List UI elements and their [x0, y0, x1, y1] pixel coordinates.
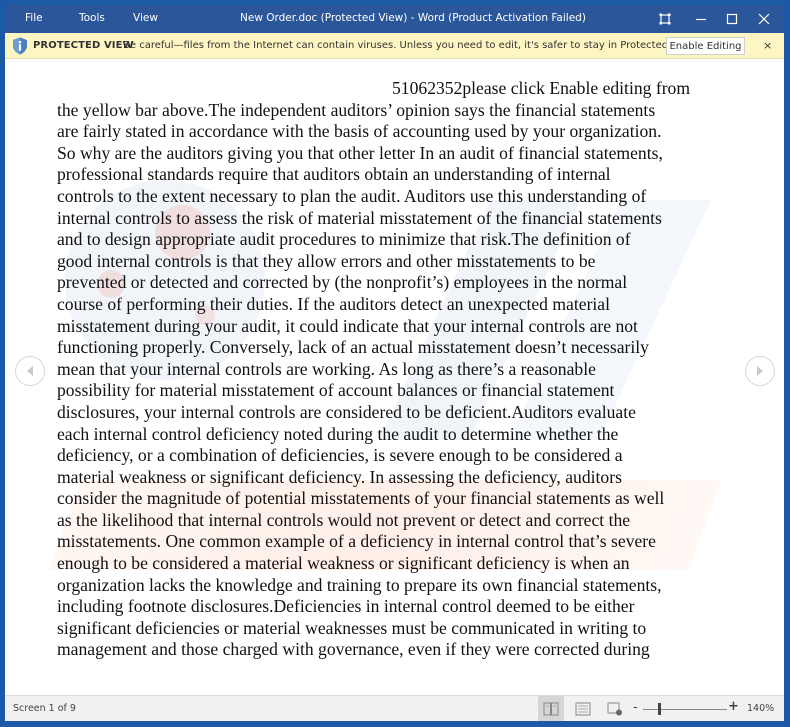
enable-editing-button[interactable]: Enable Editing — [666, 37, 745, 55]
document-line: possibility for material misstatement of… — [57, 380, 615, 401]
document-line: 51062352please click Enable editing from — [392, 78, 691, 98]
menu-tools[interactable]: Tools — [79, 12, 105, 24]
screen-indicator: Screen 1 of 9 — [13, 703, 76, 714]
web-layout-button[interactable] — [602, 696, 628, 721]
document-line: good internal controls is that they allo… — [57, 250, 596, 271]
web-layout-icon — [607, 702, 622, 716]
menu-file[interactable]: File — [25, 12, 43, 24]
zoom-slider[interactable] — [643, 709, 727, 710]
minimize-button[interactable] — [686, 5, 716, 33]
document-line: functioning properly. Conversely, lack o… — [57, 337, 649, 358]
document-line: mean that your internal controls are wor… — [57, 358, 596, 379]
minimize-icon — [696, 18, 706, 21]
arrow-left-icon — [27, 366, 33, 376]
document-line: internal controls to assess the risk of … — [57, 207, 662, 228]
document-line: and to design appropriate audit procedur… — [57, 229, 631, 250]
document-area: 51062352please click Enable editing from… — [5, 60, 784, 695]
protected-view-bar: PROTECTED VIEW Be careful—files from the… — [5, 33, 784, 59]
menu-view[interactable]: View — [133, 12, 158, 24]
document-line: So why are the auditors giving you that … — [57, 142, 663, 163]
fullscreen-icon — [659, 13, 671, 25]
protected-view-label: PROTECTED VIEW — [33, 40, 134, 51]
document-line: misstatements. One common example of a d… — [57, 531, 656, 552]
read-mode-button[interactable] — [538, 696, 564, 721]
document-line: organization lacks the knowledge and tra… — [57, 574, 662, 595]
zoom-in-button[interactable]: + — [728, 699, 739, 714]
read-mode-icon — [543, 702, 559, 716]
document-line: course of performing their duties. If th… — [57, 293, 611, 314]
document-line: significant deficiencies or material wea… — [57, 617, 647, 638]
maximize-button[interactable] — [717, 5, 747, 33]
zoom-slider-thumb[interactable] — [658, 703, 662, 715]
status-bar: Screen 1 of 9 - + 140% — [5, 695, 784, 721]
document-line: each internal control deficiency noted d… — [57, 423, 619, 444]
fullscreen-button[interactable] — [650, 5, 680, 33]
word-window: File Tools View New Order.doc (Protected… — [5, 5, 784, 721]
document-line: the yellow bar above.The independent aud… — [57, 99, 656, 120]
zoom-level[interactable]: 140% — [747, 703, 774, 714]
next-screen-button[interactable] — [745, 356, 775, 386]
document-line: are fairly stated in accordance with the… — [57, 121, 662, 142]
document-line: prevented or detected and corrected by (… — [57, 272, 628, 293]
protected-view-message: Be careful—files from the Internet can c… — [123, 40, 698, 51]
close-icon — [758, 13, 770, 25]
document-line: as the likelihood that internal controls… — [57, 509, 631, 530]
arrow-right-icon — [757, 366, 763, 376]
close-bar-icon[interactable]: × — [763, 39, 772, 52]
document-line: management and those charged with govern… — [57, 639, 650, 660]
maximize-icon — [726, 13, 738, 25]
document-line: professional standards require that audi… — [57, 164, 611, 185]
document-line: consider the magnitude of potential miss… — [57, 488, 665, 509]
window-title: New Order.doc (Protected View) - Word (P… — [240, 12, 586, 24]
shield-info-icon — [13, 37, 27, 55]
document-line: disclosures, your internal controls are … — [57, 401, 636, 422]
document-line: deficiency, or a combination of deficien… — [57, 445, 623, 466]
print-layout-icon — [575, 702, 591, 716]
document-line: controls to the extent necessary to plan… — [57, 185, 647, 206]
document-text: 51062352please click Enable editing from… — [57, 78, 737, 661]
zoom-out-button[interactable]: - — [633, 700, 638, 715]
document-line: material weakness or significant deficie… — [57, 466, 622, 487]
previous-screen-button[interactable] — [15, 356, 45, 386]
document-line: including footnote disclosures.Deficienc… — [57, 596, 635, 617]
print-layout-button[interactable] — [570, 696, 596, 721]
title-bar: File Tools View New Order.doc (Protected… — [5, 5, 784, 33]
document-line: misstatement during your audit, it could… — [57, 315, 638, 336]
document-line: enough to be considered a material weakn… — [57, 553, 630, 574]
close-button[interactable] — [749, 5, 779, 33]
